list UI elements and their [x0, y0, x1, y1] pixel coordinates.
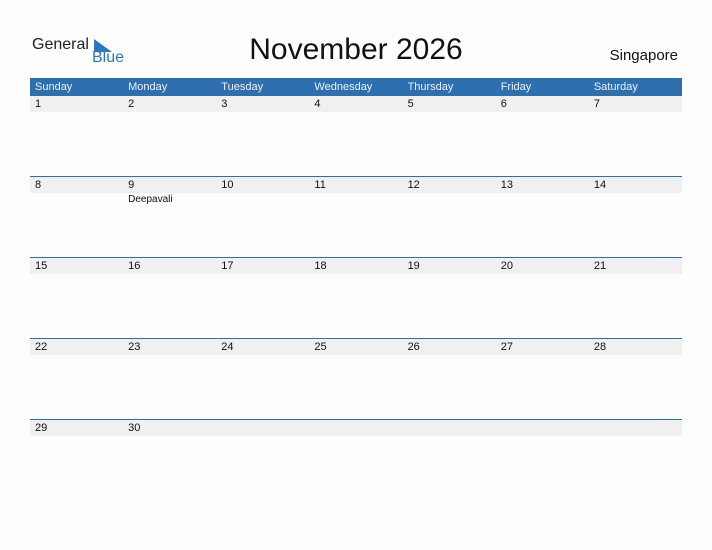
- day-cell: 18: [309, 258, 402, 338]
- day-number: 10: [221, 179, 234, 191]
- day-number: 5: [407, 98, 414, 110]
- day-cell: [403, 420, 496, 500]
- page-title: November 2026: [249, 33, 463, 66]
- weekday-thursday: Thursday: [407, 81, 454, 93]
- day-number: 29: [35, 422, 48, 434]
- day-number: 30: [128, 422, 141, 434]
- country-label: Singapore: [609, 47, 678, 64]
- day-cell: 25: [309, 339, 402, 419]
- day-number: 22: [35, 341, 48, 353]
- day-cell: 16: [123, 258, 216, 338]
- day-cell: 17: [216, 258, 309, 338]
- day-number: 17: [221, 260, 234, 272]
- day-cell: 29: [30, 420, 123, 500]
- day-number: 2: [128, 98, 135, 110]
- day-cell: [309, 420, 402, 500]
- weekday-tuesday: Tuesday: [221, 81, 264, 93]
- day-number: 4: [314, 98, 321, 110]
- day-cell: 26: [403, 339, 496, 419]
- weekday-monday: Monday: [128, 81, 168, 93]
- day-number: 24: [221, 341, 234, 353]
- day-cell: 30: [123, 420, 216, 500]
- day-cell: 20: [496, 258, 589, 338]
- day-number: 13: [500, 179, 513, 191]
- day-cell: 4: [309, 96, 402, 176]
- day-cell: [589, 420, 682, 500]
- week-row: 1 2 3 4 5 6 7: [30, 96, 682, 177]
- week-row: 22 23 24 25 26 27 28: [30, 338, 682, 420]
- day-number: 1: [35, 98, 42, 110]
- day-number: 27: [500, 341, 513, 353]
- day-cell: 13: [496, 177, 589, 257]
- week-row: 8 9 Deepavali 10 11 12 13 14: [30, 176, 682, 258]
- day-cell: 3: [216, 96, 309, 176]
- day-number: 3: [221, 98, 228, 110]
- weekday-sunday: Sunday: [35, 81, 73, 93]
- day-number: 26: [407, 341, 420, 353]
- day-cell: 9 Deepavali: [123, 177, 216, 257]
- day-number: 23: [128, 341, 141, 353]
- day-number: 19: [407, 260, 420, 272]
- day-number: 21: [593, 260, 607, 272]
- holiday-label: Deepavali: [128, 194, 173, 205]
- day-number: 6: [500, 98, 507, 110]
- day-cell: 24: [216, 339, 309, 419]
- day-cell: 5: [403, 96, 496, 176]
- day-cell: 28: [589, 339, 682, 419]
- day-number: 16: [128, 260, 141, 272]
- day-cell: 14: [589, 177, 682, 257]
- day-number: 8: [35, 179, 42, 191]
- day-number: 14: [593, 179, 607, 191]
- day-cell: 7: [589, 96, 682, 176]
- weekday-friday: Friday: [500, 81, 532, 93]
- day-cell: 23: [123, 339, 216, 419]
- day-cell: 6: [496, 96, 589, 176]
- day-cell: 8: [30, 177, 123, 257]
- day-cell: 15: [30, 258, 123, 338]
- day-cell: 10: [216, 177, 309, 257]
- weekday-wednesday: Wednesday: [314, 81, 373, 93]
- weekday-header: Sunday Monday Tuesday Wednesday Thursday…: [30, 78, 682, 96]
- day-cell: 2: [123, 96, 216, 176]
- day-number: 9: [128, 179, 135, 191]
- weekday-saturday: Saturday: [593, 81, 638, 93]
- day-cell: 11: [309, 177, 402, 257]
- day-number: 12: [407, 179, 420, 191]
- day-cell: 1: [30, 96, 123, 176]
- day-cell: 22: [30, 339, 123, 419]
- week-row: 15 16 17 18 19 20 21: [30, 257, 682, 339]
- day-cell: [496, 420, 589, 500]
- day-number: 18: [314, 260, 327, 272]
- day-number: 20: [500, 260, 513, 272]
- day-cell: 12: [403, 177, 496, 257]
- day-number: 25: [314, 341, 327, 353]
- week-row: 29 30: [30, 419, 682, 501]
- day-number: 11: [314, 179, 326, 191]
- day-cell: 21: [589, 258, 682, 338]
- day-cell: [216, 420, 309, 500]
- day-number: 15: [35, 260, 48, 272]
- day-number: 7: [593, 98, 600, 110]
- day-number: 28: [593, 341, 607, 353]
- day-cell: 19: [403, 258, 496, 338]
- day-cell: 27: [496, 339, 589, 419]
